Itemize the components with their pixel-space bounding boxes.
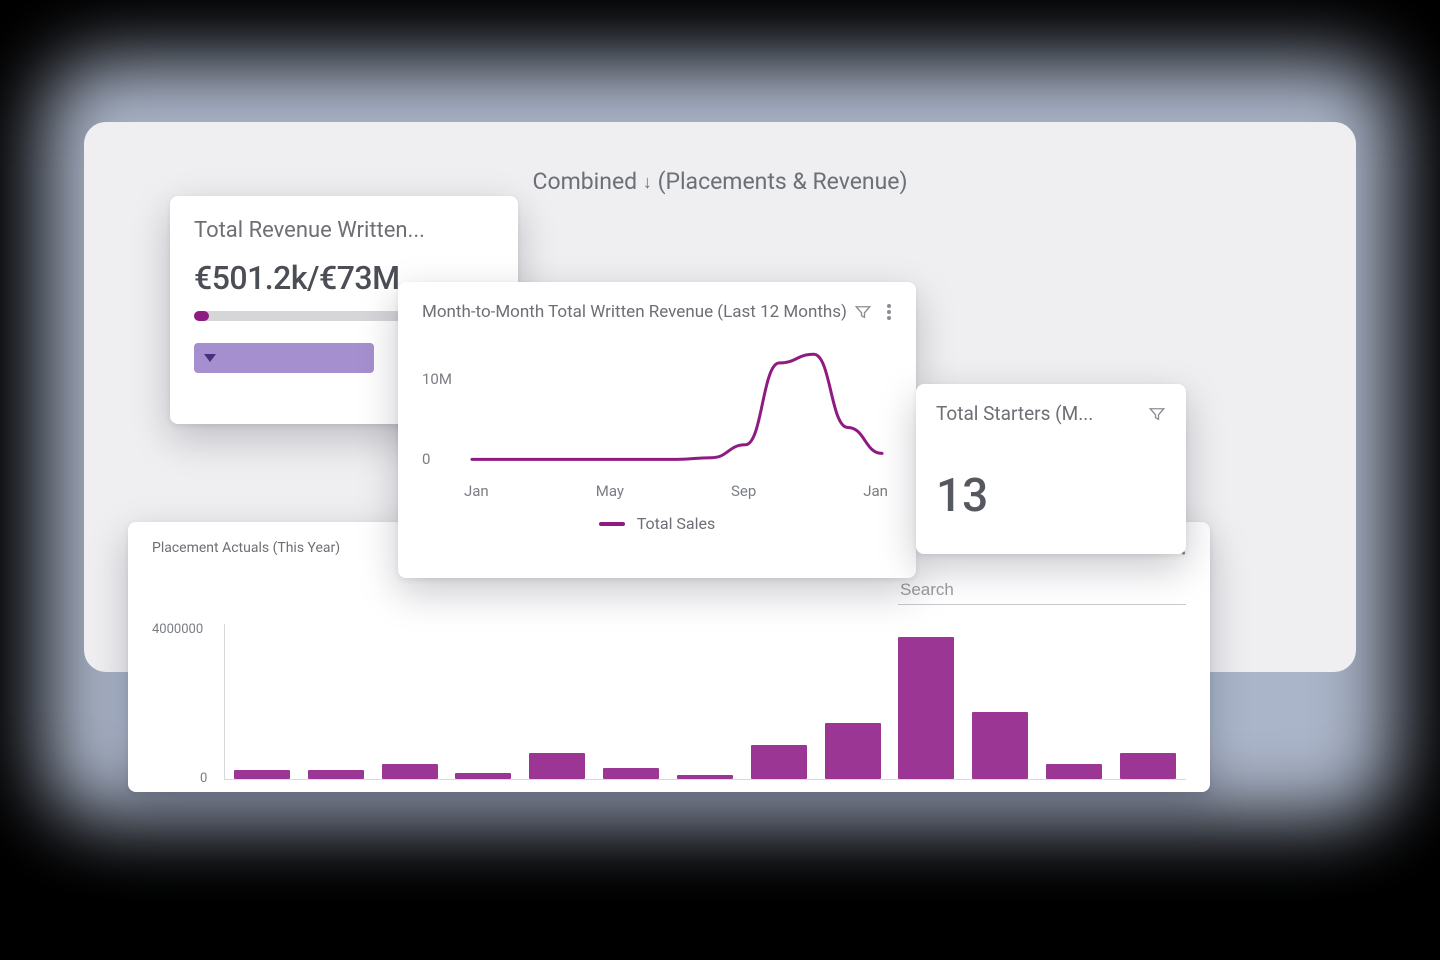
legend-label: Total Sales bbox=[637, 514, 716, 533]
bar bbox=[898, 637, 954, 780]
x-tick-label: Jan bbox=[863, 482, 888, 500]
bar bbox=[382, 764, 438, 779]
card-title: Total Revenue Written... bbox=[194, 218, 494, 243]
bar bbox=[825, 723, 881, 779]
y-tick-label: 10M bbox=[422, 370, 452, 388]
bar bbox=[1120, 753, 1176, 779]
more-icon[interactable] bbox=[886, 303, 892, 321]
card-title: Placement Actuals (This Year) bbox=[152, 540, 340, 556]
search-input[interactable] bbox=[898, 576, 1186, 605]
starters-value: 13 bbox=[936, 469, 1166, 523]
y-tick-label: 4000000 bbox=[152, 622, 203, 637]
y-tick-label: 0 bbox=[422, 450, 430, 468]
x-tick-label: Sep bbox=[731, 482, 756, 500]
line-chart-svg bbox=[422, 340, 892, 500]
line-chart: 10M 0 Jan May Sep Jan bbox=[422, 340, 892, 500]
bar bbox=[455, 773, 511, 779]
filter-icon[interactable] bbox=[854, 303, 872, 321]
card-title: Total Starters (M... bbox=[936, 402, 1093, 425]
bar bbox=[603, 768, 659, 779]
bar-chart: 4000000 0 bbox=[152, 624, 1186, 780]
progress-fill bbox=[194, 311, 209, 321]
page-title-right: (Placements & Revenue) bbox=[658, 168, 908, 195]
bar bbox=[677, 775, 733, 779]
chevron-down-icon bbox=[204, 354, 216, 362]
y-tick-label: 0 bbox=[200, 771, 207, 786]
search-field-wrap bbox=[898, 576, 1186, 605]
bar bbox=[751, 745, 807, 779]
x-tick-label: May bbox=[596, 482, 624, 500]
bars-container bbox=[234, 629, 1176, 779]
card-total-starters: Total Starters (M... 13 bbox=[916, 384, 1186, 554]
y-axis-line bbox=[224, 624, 225, 780]
bar bbox=[972, 712, 1028, 780]
bar bbox=[234, 770, 290, 779]
bar bbox=[308, 770, 364, 779]
chart-legend: Total Sales bbox=[422, 514, 892, 533]
card-title: Month-to-Month Total Written Revenue (La… bbox=[422, 302, 847, 322]
x-tick-label: Jan bbox=[464, 482, 489, 500]
legend-swatch bbox=[599, 522, 625, 526]
filter-icon[interactable] bbox=[1148, 405, 1166, 423]
card-month-to-month-revenue: Month-to-Month Total Written Revenue (La… bbox=[398, 282, 916, 578]
dropdown-button[interactable] bbox=[194, 343, 374, 373]
page-title-left: Combined bbox=[533, 168, 638, 195]
bar bbox=[1046, 764, 1102, 779]
page-title: Combined ↓ (Placements & Revenue) bbox=[84, 168, 1356, 195]
x-axis-line bbox=[224, 779, 1186, 780]
bar bbox=[529, 753, 585, 779]
chevron-down-icon[interactable]: ↓ bbox=[643, 172, 652, 193]
